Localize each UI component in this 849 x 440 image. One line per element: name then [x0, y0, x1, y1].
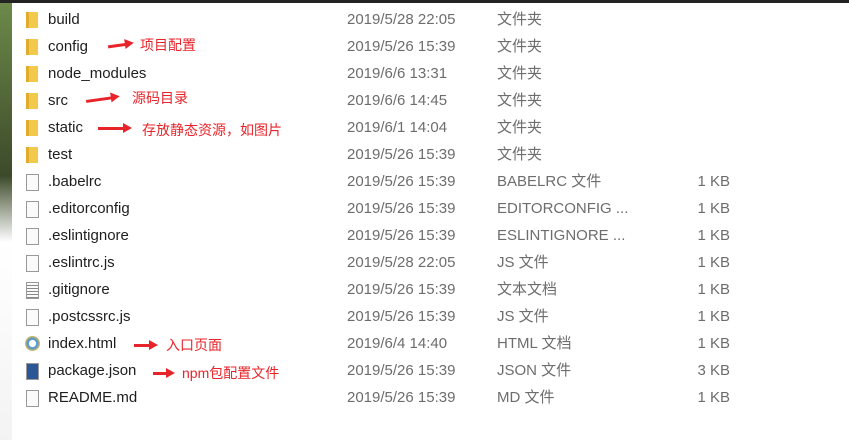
file-row[interactable]: .gitignore 2019/5/26 15:39 文本文档 1 KB [20, 276, 840, 303]
file-type: 文件夹 [497, 146, 543, 163]
top-border [0, 0, 849, 3]
file-type: 文件夹 [497, 38, 543, 55]
file-name: node_modules [48, 65, 147, 82]
file-row[interactable]: README.md 2019/5/26 15:39 MD 文件 1 KB [20, 384, 840, 411]
word-document-icon [26, 363, 39, 380]
file-icon [26, 255, 39, 272]
file-type: 文件夹 [497, 11, 543, 28]
file-row[interactable]: .babelrc 2019/5/26 15:39 BABELRC 文件 1 KB [20, 168, 840, 195]
file-date: 2019/5/26 15:39 [347, 389, 456, 406]
file-name: config [48, 38, 89, 55]
file-type: 文件夹 [497, 119, 543, 136]
file-row[interactable]: .postcssrc.js 2019/5/26 15:39 JS 文件 1 KB [20, 303, 840, 330]
file-date: 2019/5/26 15:39 [347, 173, 456, 190]
file-name: build [48, 11, 80, 28]
file-type: 文本文档 [497, 281, 558, 298]
file-type: JS 文件 [497, 308, 549, 325]
file-date: 2019/5/28 22:05 [347, 11, 456, 28]
file-date: 2019/5/26 15:39 [347, 281, 456, 298]
file-name: .postcssrc.js [48, 308, 131, 325]
file-size: 1 KB [697, 389, 730, 406]
file-icon [26, 309, 39, 326]
file-row[interactable]: test 2019/5/26 15:39 文件夹 [20, 141, 840, 168]
file-name: index.html [48, 335, 117, 352]
folder-icon [26, 93, 38, 109]
file-icon [26, 390, 39, 407]
file-date: 2019/5/26 15:39 [347, 227, 456, 244]
file-date: 2019/5/26 15:39 [347, 308, 456, 325]
file-size: 1 KB [697, 254, 730, 271]
file-name: .editorconfig [48, 200, 130, 217]
folder-icon [26, 147, 38, 163]
file-type: 文件夹 [497, 65, 543, 82]
annotation-src: 源码目录 [132, 90, 188, 106]
file-size: 1 KB [697, 173, 730, 190]
file-row[interactable]: build 2019/5/28 22:05 文件夹 [20, 6, 840, 33]
file-date: 2019/6/4 14:40 [347, 335, 448, 352]
file-type: JSON 文件 [497, 362, 572, 379]
file-type: ESLINTIGNORE ... [497, 227, 626, 244]
file-size: 1 KB [697, 335, 730, 352]
file-type: EDITORCONFIG ... [497, 200, 629, 217]
file-size: 1 KB [697, 200, 730, 217]
file-type: 文件夹 [497, 92, 543, 109]
file-date: 2019/5/26 15:39 [347, 38, 456, 55]
background-window-edge [0, 0, 12, 440]
file-type: BABELRC 文件 [497, 173, 602, 190]
file-name: package.json [48, 362, 137, 379]
file-row[interactable]: .eslintrc.js 2019/5/28 22:05 JS 文件 1 KB [20, 249, 840, 276]
file-type: JS 文件 [497, 254, 549, 271]
arrow-icon [98, 123, 132, 133]
arrow-icon [134, 340, 158, 350]
file-date: 2019/5/26 15:39 [347, 146, 456, 163]
file-size: 1 KB [697, 227, 730, 244]
file-name: static [48, 119, 84, 136]
file-name: .gitignore [48, 281, 110, 298]
file-icon [26, 174, 39, 191]
annotation-config: 项目配置 [140, 37, 196, 53]
ie-html-icon [25, 336, 40, 351]
file-row[interactable]: .editorconfig 2019/5/26 15:39 EDITORCONF… [20, 195, 840, 222]
file-name: test [48, 146, 73, 163]
file-name: .eslintrc.js [48, 254, 115, 271]
file-size: 1 KB [697, 281, 730, 298]
file-size: 3 KB [697, 362, 730, 379]
file-date: 2019/5/28 22:05 [347, 254, 456, 271]
folder-icon [26, 120, 38, 136]
file-name: .eslintignore [48, 227, 129, 244]
annotation-package: npm包配置文件 [182, 365, 280, 381]
annotation-index: 入口页面 [166, 337, 222, 353]
arrow-icon [153, 368, 175, 378]
file-name: .babelrc [48, 173, 102, 190]
file-date: 2019/6/6 14:45 [347, 92, 448, 109]
file-row[interactable]: node_modules 2019/6/6 13:31 文件夹 [20, 60, 840, 87]
file-date: 2019/5/26 15:39 [347, 362, 456, 379]
file-type: HTML 文档 [497, 335, 572, 352]
file-row[interactable]: .eslintignore 2019/5/26 15:39 ESLINTIGNO… [20, 222, 840, 249]
file-icon [26, 228, 39, 245]
file-icon [26, 201, 39, 218]
file-date: 2019/6/1 14:04 [347, 119, 448, 136]
folder-icon [26, 66, 38, 82]
folder-icon [26, 39, 38, 55]
folder-icon [26, 12, 38, 28]
file-date: 2019/5/26 15:39 [347, 200, 456, 217]
text-document-icon [26, 282, 39, 299]
file-type: MD 文件 [497, 389, 555, 406]
file-name: src [48, 92, 68, 109]
file-date: 2019/6/6 13:31 [347, 65, 448, 82]
file-name: README.md [48, 389, 138, 406]
file-row[interactable]: package.json 2019/5/26 15:39 JSON 文件 3 K… [20, 357, 840, 384]
file-size: 1 KB [697, 308, 730, 325]
annotation-static: 存放静态资源，如图片 [142, 122, 282, 138]
